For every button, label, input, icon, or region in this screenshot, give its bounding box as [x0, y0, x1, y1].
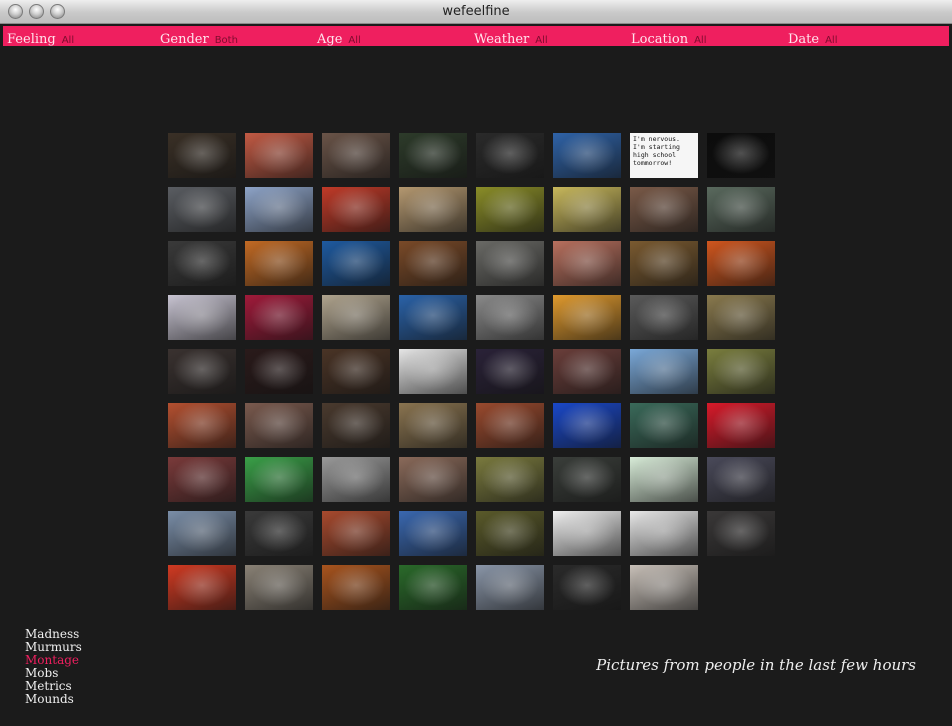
photo-thumbnail[interactable] — [553, 403, 621, 448]
photo-thumbnail[interactable] — [322, 241, 390, 286]
photo-thumbnail[interactable] — [707, 457, 775, 502]
photo-thumbnail[interactable] — [630, 295, 698, 340]
filter-weather-label: Weather — [474, 32, 530, 47]
photo-thumbnail[interactable] — [245, 241, 313, 286]
photo-thumbnail[interactable] — [707, 187, 775, 232]
photo-thumbnail[interactable] — [707, 511, 775, 556]
photo-thumbnail[interactable] — [630, 241, 698, 286]
photo-thumbnail[interactable] — [399, 295, 467, 340]
photo-thumbnail[interactable] — [630, 511, 698, 556]
photo-thumbnail[interactable] — [245, 511, 313, 556]
photo-caption-text: I'm nervous. I'm starting high school to… — [633, 135, 680, 167]
filter-date[interactable]: Date All — [788, 28, 838, 47]
photo-thumbnail[interactable] — [322, 511, 390, 556]
photo-thumbnail[interactable] — [168, 565, 236, 610]
photo-thumbnail[interactable] — [476, 403, 544, 448]
photo-thumbnail[interactable] — [553, 349, 621, 394]
photo-thumbnail[interactable] — [553, 241, 621, 286]
photo-thumbnail[interactable] — [322, 295, 390, 340]
photo-thumbnail[interactable] — [399, 133, 467, 178]
photo-thumbnail[interactable] — [245, 295, 313, 340]
filter-weather[interactable]: Weather All — [474, 28, 548, 47]
photo-thumbnail[interactable] — [399, 565, 467, 610]
photo-thumbnail[interactable] — [707, 295, 775, 340]
photo-thumbnail[interactable] — [245, 565, 313, 610]
photo-thumbnail[interactable] — [707, 349, 775, 394]
photo-thumbnail[interactable] — [168, 457, 236, 502]
photo-thumbnail[interactable] — [168, 349, 236, 394]
photo-thumbnail[interactable] — [553, 187, 621, 232]
photo-thumbnail[interactable] — [245, 133, 313, 178]
photo-thumbnail[interactable]: I'm nervous. I'm starting high school to… — [630, 133, 698, 178]
photo-thumbnail[interactable] — [168, 187, 236, 232]
photo-thumbnail[interactable] — [168, 403, 236, 448]
photo-thumbnail[interactable] — [399, 349, 467, 394]
photo-thumbnail[interactable] — [322, 403, 390, 448]
window-title: wefeelfine — [442, 4, 510, 19]
photo-thumbnail[interactable] — [399, 241, 467, 286]
photo-thumbnail[interactable] — [322, 565, 390, 610]
photo-thumbnail[interactable] — [322, 133, 390, 178]
photo-thumbnail[interactable] — [476, 457, 544, 502]
photo-thumbnail[interactable] — [630, 349, 698, 394]
photo-thumbnail[interactable] — [399, 457, 467, 502]
filter-age[interactable]: Age All — [317, 28, 361, 47]
photo-thumbnail[interactable] — [476, 133, 544, 178]
filter-date-label: Date — [788, 32, 820, 47]
photo-thumbnail[interactable] — [476, 295, 544, 340]
window-titlebar: wefeelfine — [0, 0, 952, 24]
filter-date-value[interactable]: All — [825, 35, 837, 46]
photo-thumbnail[interactable] — [322, 187, 390, 232]
filter-age-value[interactable]: All — [348, 35, 360, 46]
filter-location[interactable]: Location All — [631, 28, 706, 47]
photo-thumbnail[interactable] — [245, 403, 313, 448]
photo-thumbnail[interactable] — [245, 187, 313, 232]
photo-thumbnail[interactable] — [245, 349, 313, 394]
photo-thumbnail[interactable] — [630, 457, 698, 502]
photo-thumbnail[interactable] — [630, 187, 698, 232]
photo-thumbnail[interactable] — [707, 403, 775, 448]
photo-thumbnail[interactable] — [322, 457, 390, 502]
photo-thumbnail[interactable] — [399, 511, 467, 556]
photo-thumbnail[interactable] — [476, 241, 544, 286]
photo-thumbnail[interactable] — [553, 133, 621, 178]
photo-thumbnail[interactable] — [553, 457, 621, 502]
photo-thumbnail[interactable] — [168, 133, 236, 178]
filter-feeling-value[interactable]: All — [62, 35, 74, 46]
filter-location-label: Location — [631, 32, 689, 47]
filter-gender-value[interactable]: Both — [215, 35, 238, 46]
menu-item-mounds[interactable]: Mounds — [25, 693, 82, 706]
photo-thumbnail[interactable] — [322, 349, 390, 394]
photo-thumbnail[interactable] — [476, 511, 544, 556]
photo-thumbnail[interactable] — [553, 565, 621, 610]
photo-thumbnail[interactable] — [168, 295, 236, 340]
filter-location-value[interactable]: All — [694, 35, 706, 46]
photo-thumbnail[interactable] — [476, 349, 544, 394]
view-menu: Madness Murmurs Montage Mobs Metrics Mou… — [25, 628, 82, 706]
photo-thumbnail[interactable] — [399, 187, 467, 232]
filter-feeling[interactable]: Feeling All — [7, 28, 74, 47]
photo-thumbnail[interactable] — [553, 295, 621, 340]
photo-thumbnail[interactable] — [476, 187, 544, 232]
montage-caption: Pictures from people in the last few hou… — [596, 656, 916, 674]
filter-age-label: Age — [317, 32, 343, 47]
photo-thumbnail[interactable] — [553, 511, 621, 556]
filter-weather-value[interactable]: All — [535, 35, 547, 46]
filter-bar: Feeling All Gender Both Age All Weather All … — [3, 26, 949, 47]
photo-thumbnail[interactable] — [245, 457, 313, 502]
photo-thumbnail[interactable] — [476, 565, 544, 610]
photo-thumbnail[interactable] — [630, 565, 698, 610]
filter-gender-label: Gender — [160, 32, 209, 47]
photo-thumbnail[interactable] — [707, 133, 775, 178]
photo-thumbnail[interactable] — [168, 511, 236, 556]
photo-thumbnail[interactable] — [399, 403, 467, 448]
photo-thumbnail[interactable] — [707, 241, 775, 286]
filter-feeling-label: Feeling — [7, 32, 56, 47]
photo-thumbnail[interactable] — [168, 241, 236, 286]
filter-gender[interactable]: Gender Both — [160, 28, 238, 47]
photo-thumbnail[interactable] — [630, 403, 698, 448]
